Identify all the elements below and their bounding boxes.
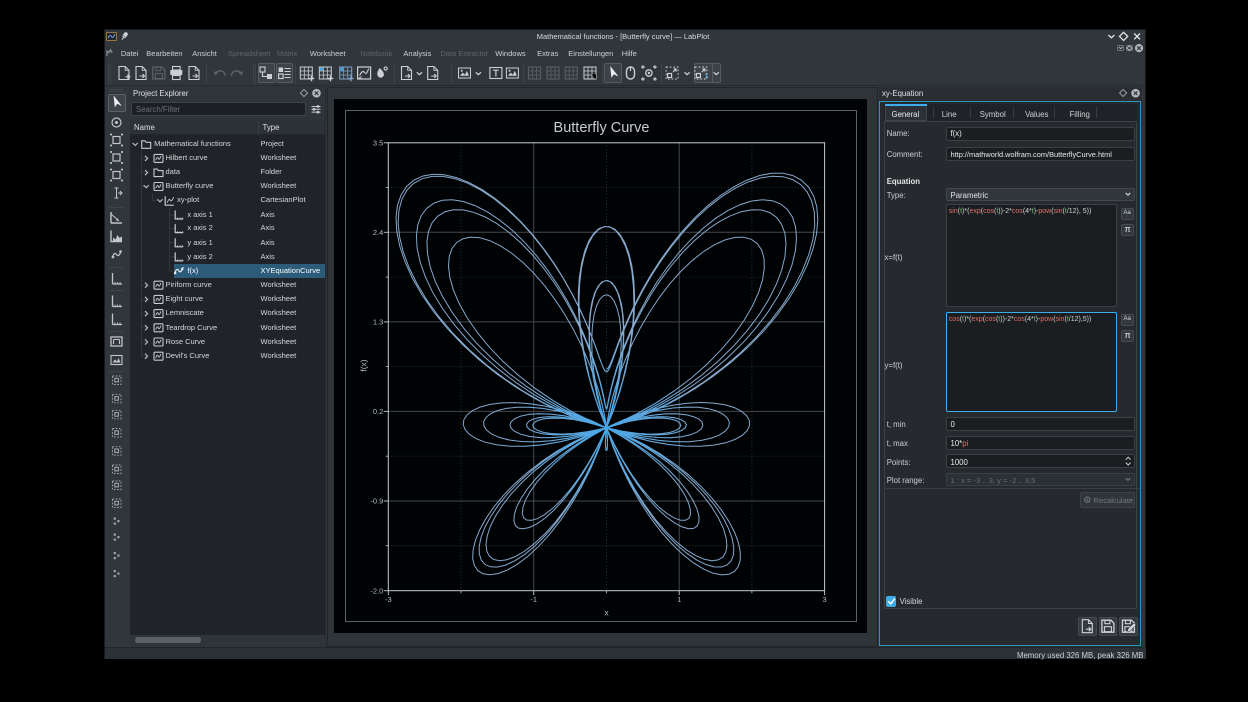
svg-text:-3: -3 <box>385 595 392 604</box>
svg-text:-1: -1 <box>530 595 537 604</box>
svg-text:2.4: 2.4 <box>373 227 383 236</box>
svg-text:0.2: 0.2 <box>373 407 383 416</box>
svg-text:-0.9: -0.9 <box>370 496 383 505</box>
svg-text:f(x): f(x) <box>359 359 369 371</box>
svg-text:1.3: 1.3 <box>373 317 383 326</box>
svg-text:3: 3 <box>823 595 827 604</box>
svg-text:Butterfly Curve: Butterfly Curve <box>554 120 650 136</box>
svg-text:x: x <box>604 607 609 617</box>
svg-text:3.5: 3.5 <box>373 138 383 147</box>
svg-text:1: 1 <box>677 595 681 604</box>
svg-text:-2.0: -2.0 <box>370 586 383 595</box>
